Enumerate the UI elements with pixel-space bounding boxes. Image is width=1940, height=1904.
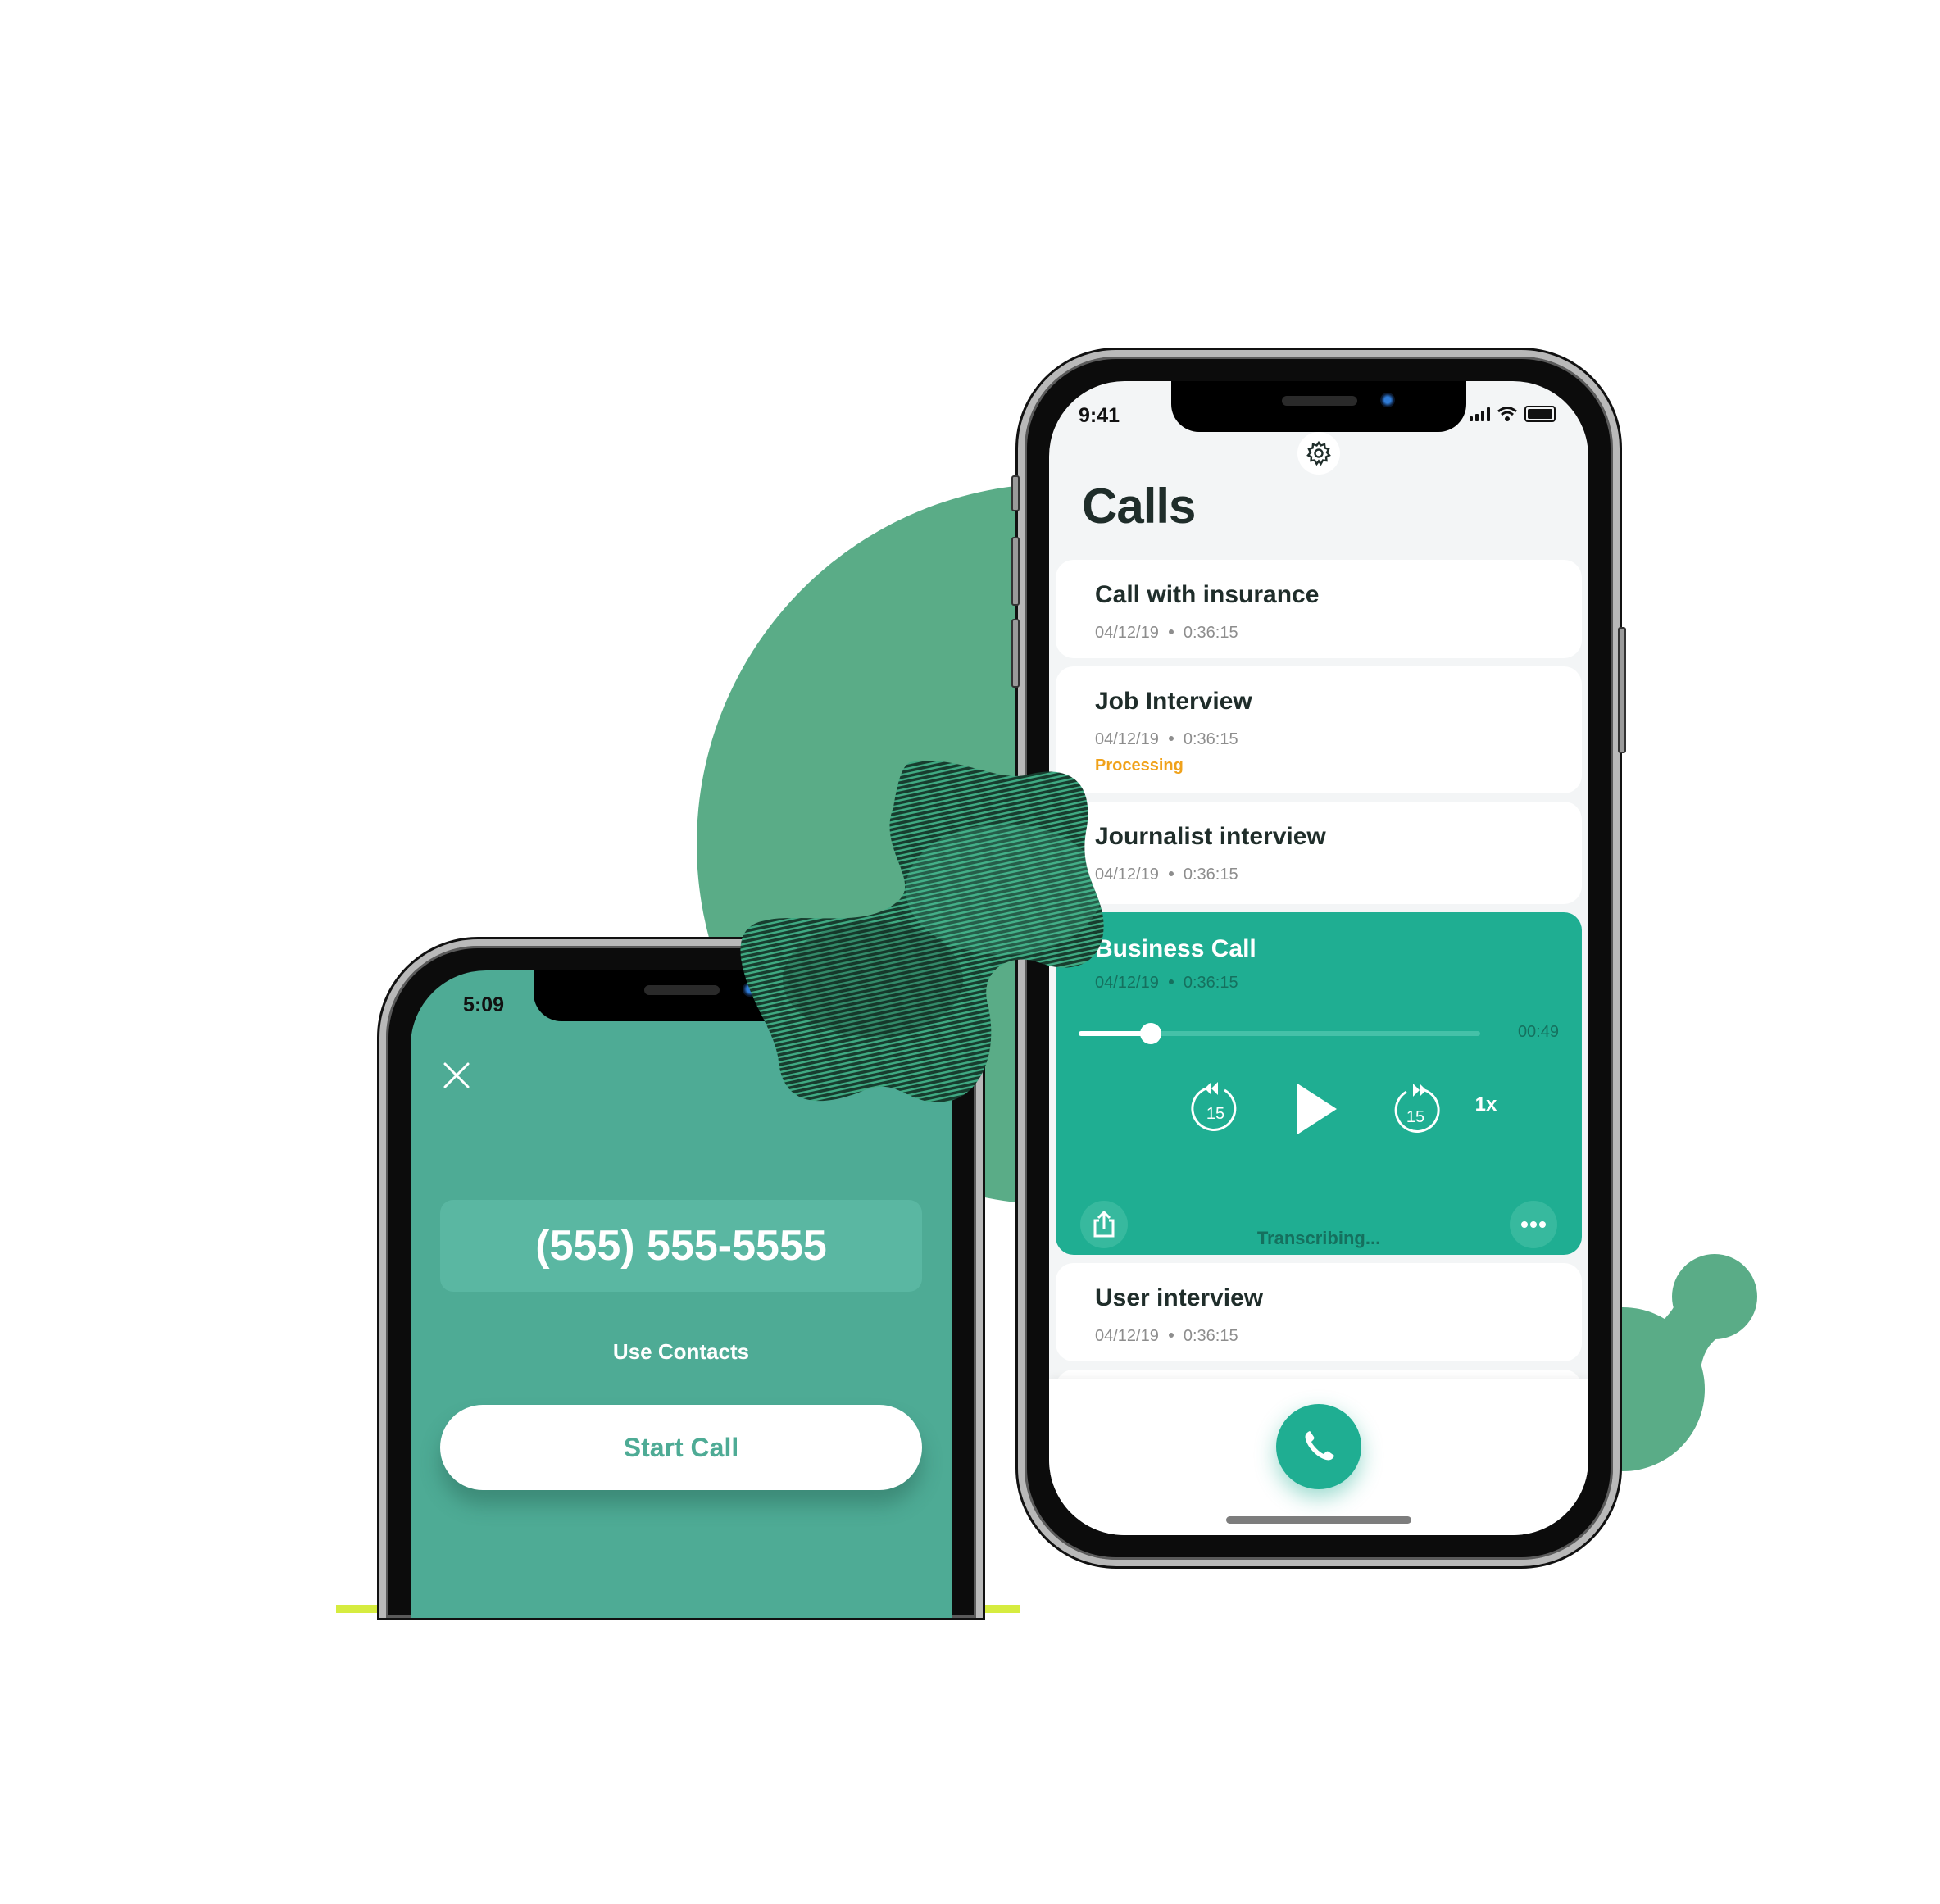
- phone-notch: [1171, 381, 1466, 432]
- call-duration: 0:36:15: [1183, 1327, 1238, 1345]
- status-time: 9:41: [1079, 404, 1120, 427]
- rewind-seconds: 15: [1206, 1105, 1224, 1123]
- call-date: 04/12/19: [1095, 1327, 1159, 1345]
- volume-down-button: [1011, 619, 1020, 688]
- volume-up-button: [1011, 537, 1020, 606]
- front-camera: [1380, 393, 1395, 407]
- call-title: User interview: [1095, 1284, 1264, 1311]
- start-call-button[interactable]: Start Call: [440, 1405, 922, 1490]
- power-button: [1618, 627, 1626, 753]
- phone-icon: [1305, 1431, 1334, 1461]
- forward-button[interactable]: 15: [1387, 1074, 1444, 1139]
- new-call-button[interactable]: [1276, 1404, 1361, 1489]
- more-options-button[interactable]: [1510, 1201, 1557, 1248]
- remaining-time: 00:49: [1517, 1023, 1559, 1041]
- playback-speed-button[interactable]: 1x: [1465, 1088, 1506, 1121]
- call-duration: 0:36:15: [1183, 974, 1238, 992]
- status-icons: [1470, 406, 1556, 422]
- call-date: 04/12/19: [1095, 624, 1159, 642]
- bottom-bar: [1049, 1379, 1588, 1535]
- phone-number-field[interactable]: (555) 555-5555: [440, 1200, 922, 1292]
- speaker-grille: [644, 985, 720, 995]
- use-contacts-link[interactable]: Use Contacts: [411, 1339, 952, 1365]
- transcription-status: Transcribing...: [1256, 1228, 1381, 1248]
- call-duration: 0:36:15: [1183, 730, 1238, 748]
- rewind-15-icon: 15: [1191, 1082, 1237, 1131]
- close-button[interactable]: [440, 1059, 473, 1092]
- forward-15-icon: 15: [1394, 1084, 1440, 1133]
- call-meta: 04/12/19 0:36:15: [1095, 624, 1238, 643]
- page-title: Calls: [1082, 479, 1196, 534]
- battery-icon: [1524, 406, 1556, 422]
- decorative-textured-blob: [740, 761, 1104, 1103]
- call-duration: 0:36:15: [1183, 624, 1238, 642]
- mute-switch: [1011, 475, 1020, 511]
- play-button[interactable]: [1287, 1076, 1344, 1142]
- more-icon: [1521, 1221, 1546, 1228]
- rewind-button[interactable]: 15: [1187, 1072, 1244, 1138]
- signal-icon: [1470, 407, 1490, 421]
- call-title: Call with insurance: [1095, 581, 1320, 608]
- call-duration: 0:36:15: [1183, 866, 1238, 884]
- play-icon: [1297, 1084, 1337, 1134]
- separator-dot: [1168, 629, 1174, 634]
- wifi-icon: [1497, 407, 1517, 421]
- call-list-item[interactable]: User interview 04/12/19 0:36:15: [1056, 1263, 1582, 1361]
- gear-icon: [1306, 440, 1331, 466]
- forward-seconds: 15: [1406, 1108, 1424, 1126]
- separator-dot: [1168, 1333, 1174, 1338]
- close-icon: [443, 1062, 470, 1088]
- call-list-item[interactable]: Call with insurance 04/12/19 0:36:15: [1056, 560, 1582, 658]
- status-time: 5:09: [463, 993, 505, 1016]
- settings-button[interactable]: [1297, 432, 1340, 475]
- speaker-grille: [1282, 396, 1357, 406]
- home-indicator: [1226, 1516, 1411, 1524]
- call-meta: 04/12/19 0:36:15: [1095, 1327, 1238, 1346]
